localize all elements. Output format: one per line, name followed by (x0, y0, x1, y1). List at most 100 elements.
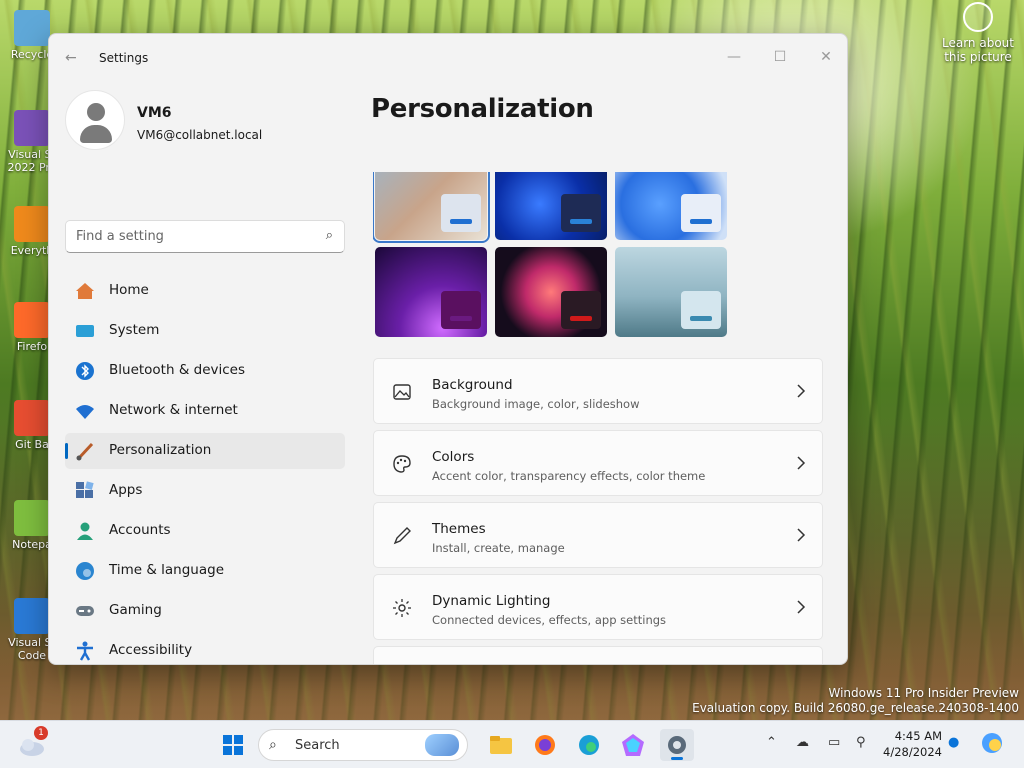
lighting-icon (392, 598, 412, 618)
back-arrow-icon[interactable]: ← (65, 50, 77, 66)
sidebar-item-label: Accounts (109, 522, 171, 538)
sidebar-item-time-language[interactable]: Time & language (65, 553, 345, 589)
theme-bloom-light[interactable] (615, 172, 727, 240)
firefox-icon[interactable] (528, 729, 562, 761)
weather-widget[interactable]: 1 (16, 726, 50, 761)
notification-badge: 1 (34, 726, 48, 740)
card-lock-screen[interactable]: Lock screenLock screen images, apps, ani… (373, 646, 823, 664)
camera-icon (963, 2, 993, 32)
taskbar: 1 ⌕ Search ⌃ ☁ ▭ ⚲ 4:45 AM 4/28/2024 ● (0, 720, 1024, 768)
notification-bell-icon[interactable]: ● (948, 735, 959, 750)
sidebar-item-personalization[interactable]: Personalization (65, 433, 345, 469)
accounts-icon (75, 521, 95, 541)
card-dynamic-lighting[interactable]: Dynamic Lighting Connected devices, effec… (373, 574, 823, 640)
sidebar-item-label: Home (109, 282, 149, 298)
theme-glow[interactable] (375, 247, 487, 337)
maximize-button[interactable]: ☐ (757, 42, 803, 72)
background-icon (392, 382, 412, 402)
chevron-right-icon (796, 455, 806, 470)
minimize-button[interactable]: — (711, 42, 757, 72)
palette-icon (392, 454, 412, 474)
file-explorer-icon[interactable] (484, 729, 518, 761)
chevron-right-icon (796, 527, 806, 542)
close-button[interactable]: ✕ (803, 42, 847, 72)
card-colors[interactable]: Colors Accent color, transparency effects… (373, 430, 823, 496)
sidebar-item-label: Gaming (109, 602, 162, 618)
theme-captured-motion[interactable] (495, 247, 607, 337)
theme-flowers[interactable] (373, 172, 490, 243)
app-icon (14, 302, 50, 338)
home-icon (75, 281, 95, 301)
sidebar-item-system[interactable]: System (65, 313, 345, 349)
card-subtitle: Accent color, transparency effects, colo… (432, 469, 706, 483)
card-themes[interactable]: Themes Install, create, manage (373, 502, 823, 568)
settings-taskbar-icon[interactable] (660, 729, 694, 761)
card-subtitle: Connected devices, effects, app settings (432, 613, 667, 627)
onedrive-icon[interactable]: ☁ (796, 735, 809, 750)
theme-preview-window (441, 194, 481, 232)
theme-bloom-dark[interactable] (495, 172, 607, 240)
theme-sunrise[interactable] (615, 247, 727, 337)
nav-list: Home System Bluetooth & devices Network & i… (65, 273, 345, 664)
theme-preview-window (681, 291, 721, 329)
card-subtitle: Install, create, manage (432, 541, 565, 555)
app-icon (14, 10, 50, 46)
user-name: VM6 (137, 105, 172, 121)
app-icon (14, 400, 50, 436)
sidebar-item-label: Network & internet (109, 402, 238, 418)
brush-icon (75, 441, 95, 461)
card-title: Dynamic Lighting (432, 593, 551, 609)
accessibility-icon (75, 641, 95, 661)
clock-date: 4/28/2024 (883, 745, 942, 759)
windows-logo-icon (223, 735, 243, 755)
search-highlight-icon (425, 734, 459, 756)
sidebar-item-gaming[interactable]: Gaming (65, 593, 345, 629)
avatar (65, 90, 125, 150)
copilot-icon[interactable] (616, 729, 650, 761)
globe-icon (75, 561, 95, 581)
sidebar-item-label: Apps (109, 482, 143, 498)
app-icon (14, 110, 50, 146)
search-icon: ⌕ (269, 737, 277, 753)
theme-gallery (373, 172, 733, 338)
sidebar: VM6 VM6@collabnet.local ⌕ Home System Blue… (49, 80, 359, 664)
chevron-up-icon[interactable]: ⌃ (766, 735, 777, 750)
edge-icon[interactable] (572, 729, 606, 761)
copilot-tray-icon[interactable] (980, 731, 1004, 759)
sidebar-item-accounts[interactable]: Accounts (65, 513, 345, 549)
sidebar-item-network-internet[interactable]: Network & internet (65, 393, 345, 429)
pen-icon (392, 526, 412, 546)
display-icon[interactable]: ▭ (828, 735, 840, 750)
learn-about-picture[interactable]: Learn about this picture (938, 2, 1018, 64)
start-button[interactable] (216, 729, 250, 761)
find-setting-box[interactable]: ⌕ (65, 220, 345, 253)
card-title: Colors (432, 449, 475, 465)
user-email: VM6@collabnet.local (137, 128, 263, 142)
network-icon (75, 401, 95, 421)
taskbar-search[interactable]: ⌕ Search (258, 729, 468, 761)
app-icon (14, 598, 50, 634)
search-icon[interactable]: ⌕ (326, 228, 333, 243)
page-title: Personalization (371, 94, 594, 124)
title-bar[interactable]: ← Settings — ☐ ✕ (49, 34, 847, 80)
settings-cards: Background Background image, color, slide… (373, 358, 823, 664)
watermark-line2: Evaluation copy. Build 26080.ge_release.… (692, 701, 1019, 715)
sidebar-item-apps[interactable]: Apps (65, 473, 345, 509)
system-icon (75, 321, 95, 341)
theme-preview-window (441, 291, 481, 329)
learn-about-label: Learn about this picture (942, 36, 1014, 64)
sidebar-item-home[interactable]: Home (65, 273, 345, 309)
taskbar-search-label: Search (295, 738, 340, 753)
clock[interactable]: 4:45 AM 4/28/2024 (883, 728, 942, 760)
search-input[interactable] (76, 229, 306, 244)
card-background[interactable]: Background Background image, color, slide… (373, 358, 823, 424)
theme-preview-window (561, 291, 601, 329)
sidebar-item-label: Accessibility (109, 642, 193, 658)
sidebar-item-label: System (109, 322, 160, 338)
os-watermark: Windows 11 Pro Insider Preview Evaluatio… (692, 686, 1019, 716)
apps-icon (75, 481, 95, 501)
sidebar-item-accessibility[interactable]: Accessibility (65, 633, 345, 664)
sidebar-item-bluetooth-devices[interactable]: Bluetooth & devices (65, 353, 345, 389)
network-tray-icon[interactable]: ⚲ (856, 735, 866, 750)
settings-window: ← Settings — ☐ ✕ VM6 VM6@collabnet.local… (48, 33, 848, 665)
